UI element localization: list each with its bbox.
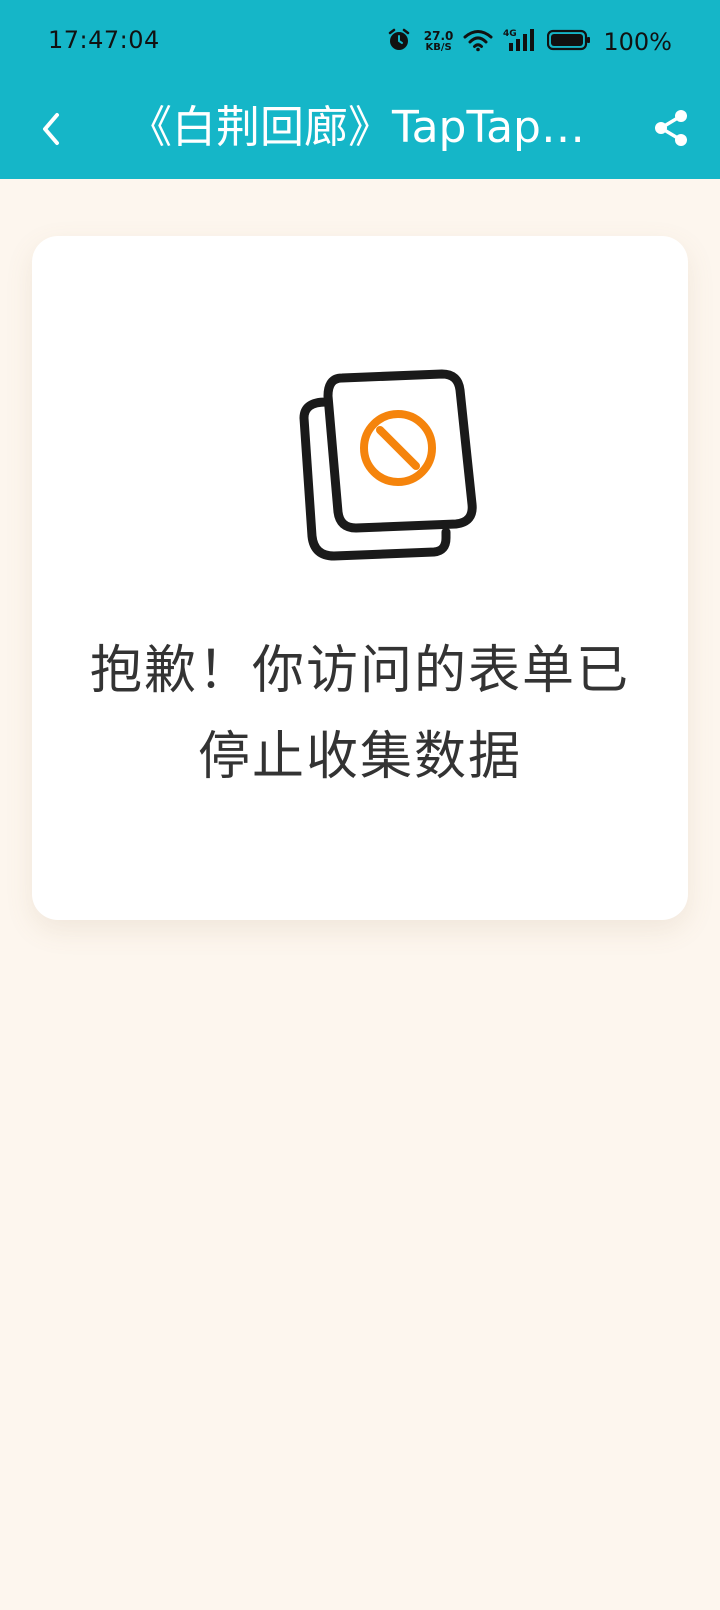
message-card: 抱歉！你访问的表单已停止收集数据 [32,236,688,920]
stopped-form-icon [294,366,484,566]
status-time: 17:47:04 [48,26,160,54]
battery-icon [547,29,591,55]
network-type-label: 4G [503,29,517,39]
page-title: 《白荆回廊》TapTap… [128,102,585,153]
cellular-signal-icon: 4G [503,27,537,57]
stopped-message: 抱歉！你访问的表单已停止收集数据 [89,641,630,787]
share-icon [655,110,687,146]
alarm-icon [386,27,412,57]
battery-percent: 100% [603,28,672,56]
app-bar: 《白荆回廊》TapTap… [0,88,720,179]
header: 17:47:04 27.0 KB/S 4G 100% 《白荆回廊》TapTap… [0,0,720,179]
share-button[interactable] [646,103,696,153]
network-speed-value: 27.0 [423,29,454,43]
status-icons: 27.0 KB/S 4G 100% [386,24,672,60]
back-button[interactable] [26,104,76,154]
network-speed: 27.0 KB/S [424,30,454,54]
chevron-left-icon [43,113,59,145]
wifi-icon [463,28,493,56]
network-speed-unit: KB/S [425,42,452,53]
status-bar: 17:47:04 27.0 KB/S 4G 100% [0,0,720,88]
